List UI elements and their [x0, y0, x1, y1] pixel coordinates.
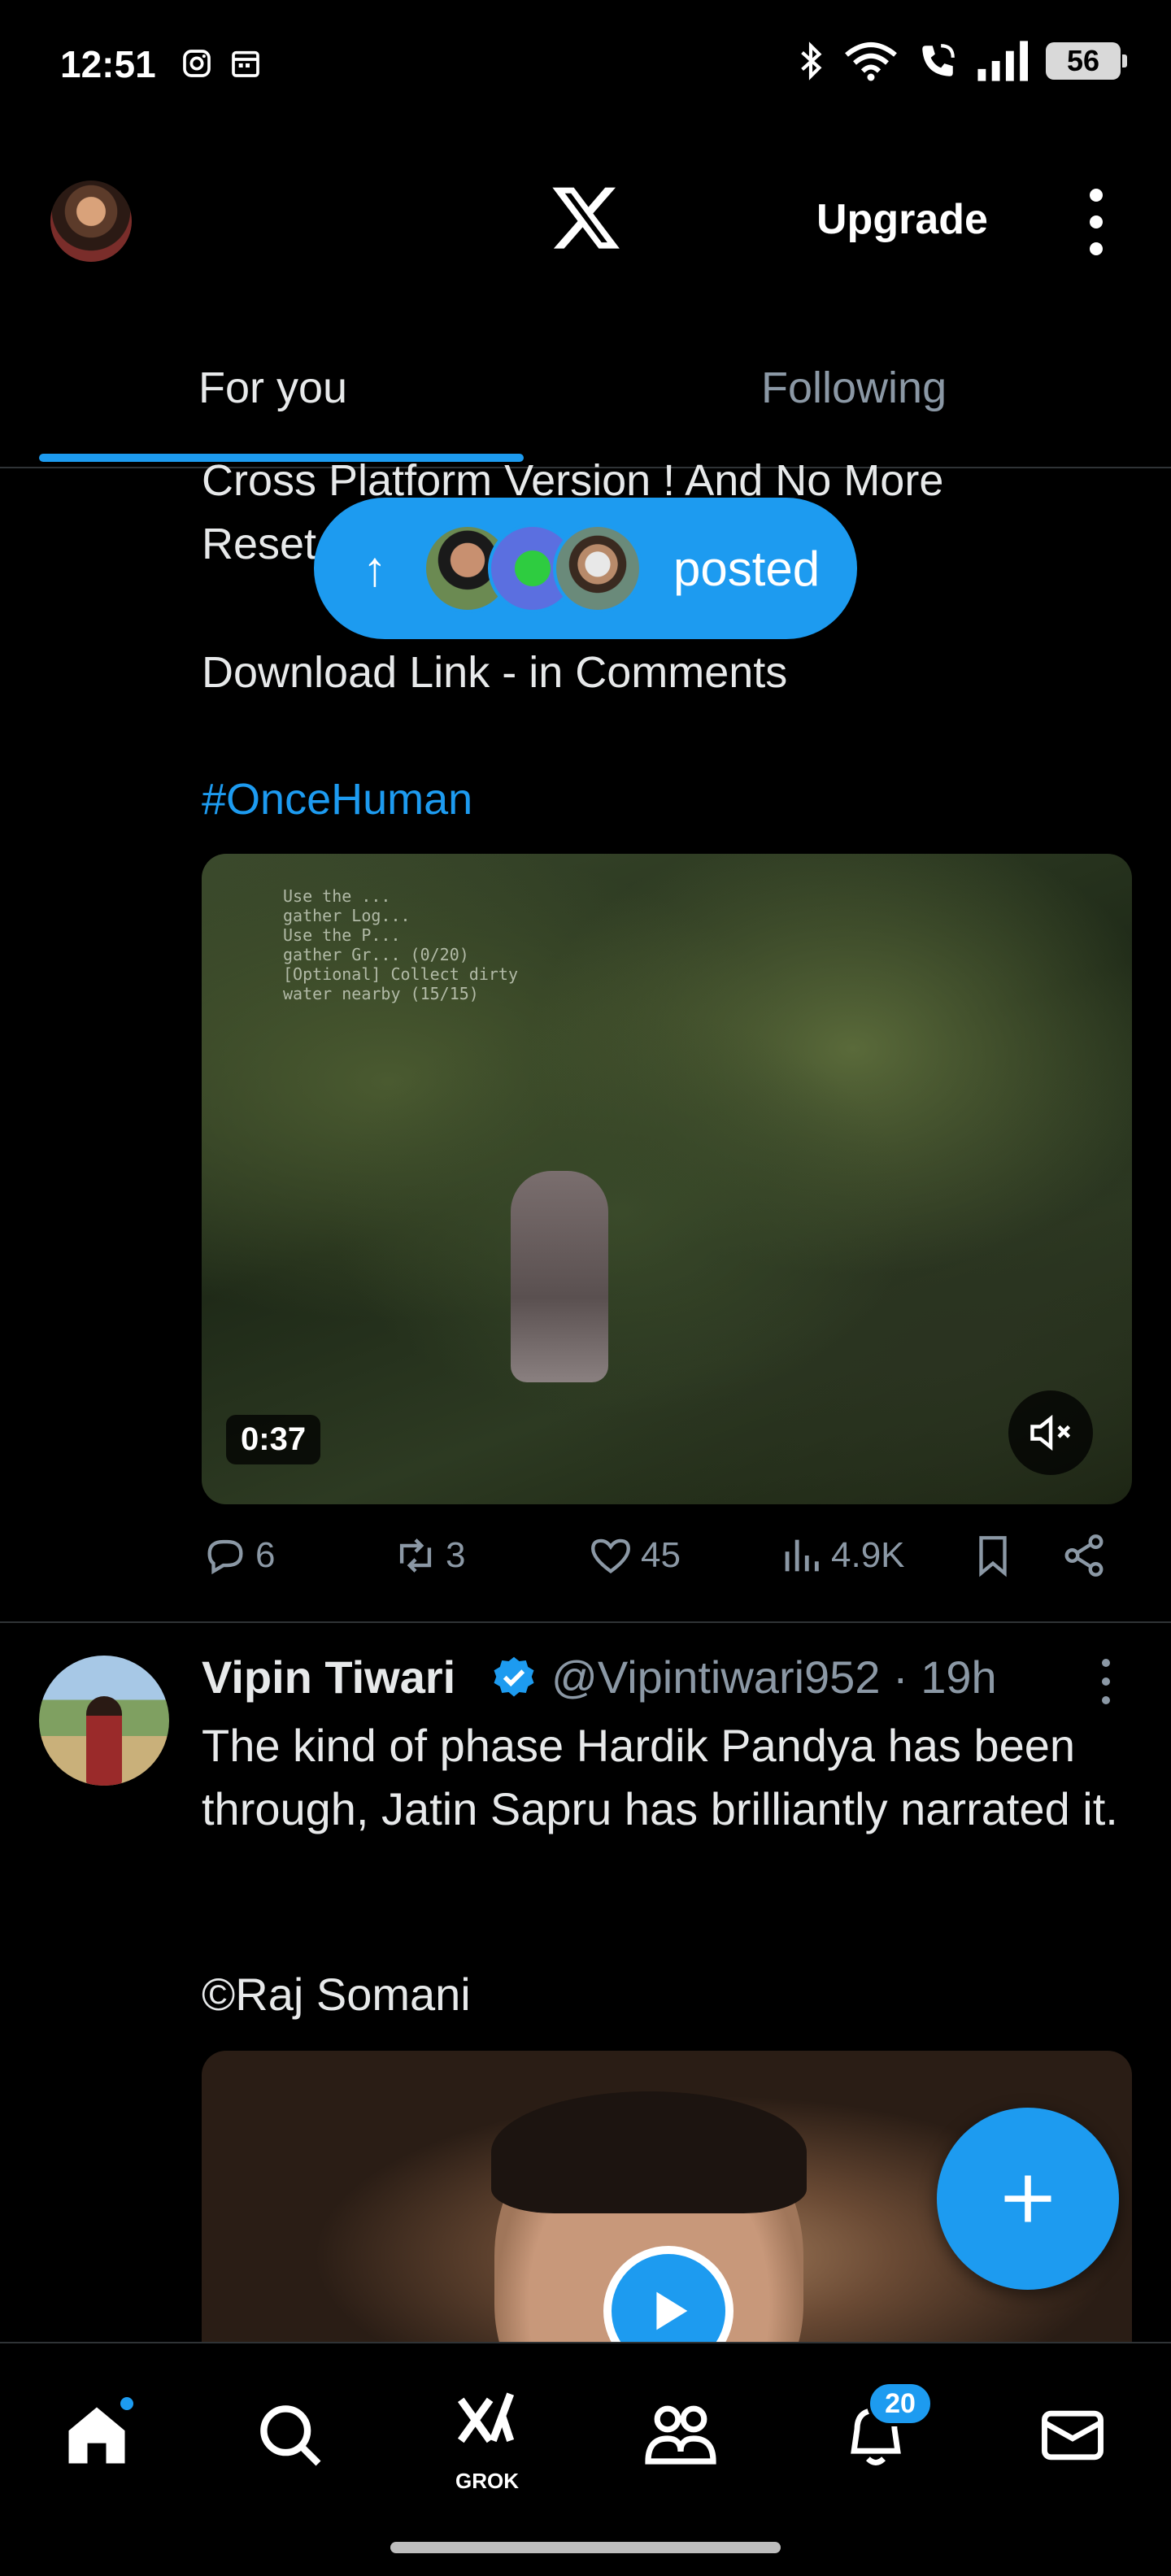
like-count: 45 — [641, 1535, 681, 1575]
mail-icon — [1042, 2410, 1104, 2461]
reply-button[interactable]: 6 — [202, 1532, 275, 1579]
tab-following[interactable]: Following — [761, 363, 947, 413]
new-posts-label: posted — [673, 541, 821, 596]
views-count: 4.9K — [831, 1535, 905, 1575]
call-icon — [922, 44, 955, 76]
play-icon — [656, 2291, 688, 2330]
status-left-icons — [181, 47, 262, 80]
post-credit: ©Raj Somani — [202, 1969, 471, 2020]
reply-icon — [207, 1539, 243, 1575]
avatar-person — [86, 1696, 122, 1786]
post-more-icon[interactable] — [1098, 1659, 1114, 1704]
video-character — [511, 1171, 608, 1382]
repost-icon — [399, 1538, 432, 1573]
post-divider — [0, 1621, 1171, 1623]
new-posts-pill[interactable]: ↑ posted — [314, 498, 857, 639]
video-hud-text: Use the ... gather Log... Use the P... g… — [283, 886, 518, 1003]
avatar — [553, 524, 642, 613]
post-text-line: Reset — [202, 520, 317, 568]
share-button[interactable] — [1060, 1532, 1108, 1579]
tab-for-you[interactable]: For you — [198, 363, 347, 413]
status-right-icons: 56 — [797, 41, 1127, 81]
signal-icon — [977, 41, 1028, 81]
post-body: The kind of phase Hardik Pandya has been… — [202, 1720, 1118, 1834]
status-time: 12:51 — [60, 43, 156, 85]
new-posts-avatars — [423, 524, 642, 613]
search-icon — [260, 2405, 321, 2466]
plus-icon — [1004, 2175, 1051, 2222]
bluetooth-icon — [801, 41, 822, 80]
author-avatar[interactable] — [39, 1656, 169, 1786]
bookmark-icon — [979, 1536, 1007, 1577]
verified-badge-icon — [494, 1656, 534, 1697]
wifi-icon — [845, 42, 897, 81]
bottom-nav: GROK 20 — [0, 2342, 1171, 2576]
share-icon — [1064, 1534, 1104, 1577]
repost-button[interactable]: 3 — [392, 1532, 465, 1579]
reply-count: 6 — [255, 1535, 276, 1575]
grok-label: GROK — [455, 2469, 519, 2493]
home-indicator — [390, 2542, 781, 2553]
calendar-icon — [232, 50, 259, 77]
notifications-badge: 20 — [867, 2381, 934, 2426]
x-logo-icon[interactable] — [550, 181, 623, 254]
home-unread-dot — [117, 2394, 137, 2413]
heart-icon — [591, 1538, 630, 1574]
compose-button[interactable] — [937, 2108, 1119, 2290]
views-icon — [785, 1539, 819, 1572]
upgrade-button[interactable]: Upgrade — [816, 195, 988, 244]
post-actions: 6 3 45 4.9K — [202, 1532, 1132, 1597]
mute-button[interactable] — [1008, 1390, 1093, 1475]
nav-communities[interactable] — [636, 2391, 725, 2480]
arrow-up-icon: ↑ — [363, 541, 387, 596]
more-options-icon[interactable] — [1082, 189, 1111, 255]
nav-notifications[interactable]: 20 — [831, 2381, 934, 2480]
like-button[interactable]: 45 — [587, 1532, 681, 1579]
instagram-icon — [183, 50, 211, 77]
grok-icon — [457, 2392, 515, 2443]
nav-grok[interactable]: GROK — [442, 2391, 532, 2493]
post-video[interactable]: Use the ... gather Log... Use the P... g… — [202, 854, 1132, 1504]
nav-home[interactable] — [52, 2391, 141, 2480]
bookmark-button[interactable] — [969, 1532, 1016, 1579]
communities-icon — [645, 2405, 716, 2465]
views-button[interactable]: 4.9K — [777, 1532, 905, 1579]
nav-search[interactable] — [246, 2391, 335, 2480]
profile-avatar[interactable] — [50, 181, 132, 262]
video-thumbnail-hair — [491, 2091, 807, 2213]
nav-messages[interactable] — [1028, 2391, 1117, 2480]
repost-count: 3 — [446, 1535, 466, 1575]
mute-icon — [1030, 1414, 1071, 1451]
author-handle-time[interactable]: @Vipintiwari952 · 19h — [551, 1651, 997, 1704]
video-duration: 0:37 — [226, 1415, 321, 1464]
battery-icon: 56 — [1046, 42, 1127, 80]
author-name[interactable]: Vipin Tiwari — [202, 1651, 455, 1704]
post-download-text: Download Link - in Comments — [202, 648, 788, 697]
post-hashtag[interactable]: #OnceHuman — [202, 774, 472, 825]
